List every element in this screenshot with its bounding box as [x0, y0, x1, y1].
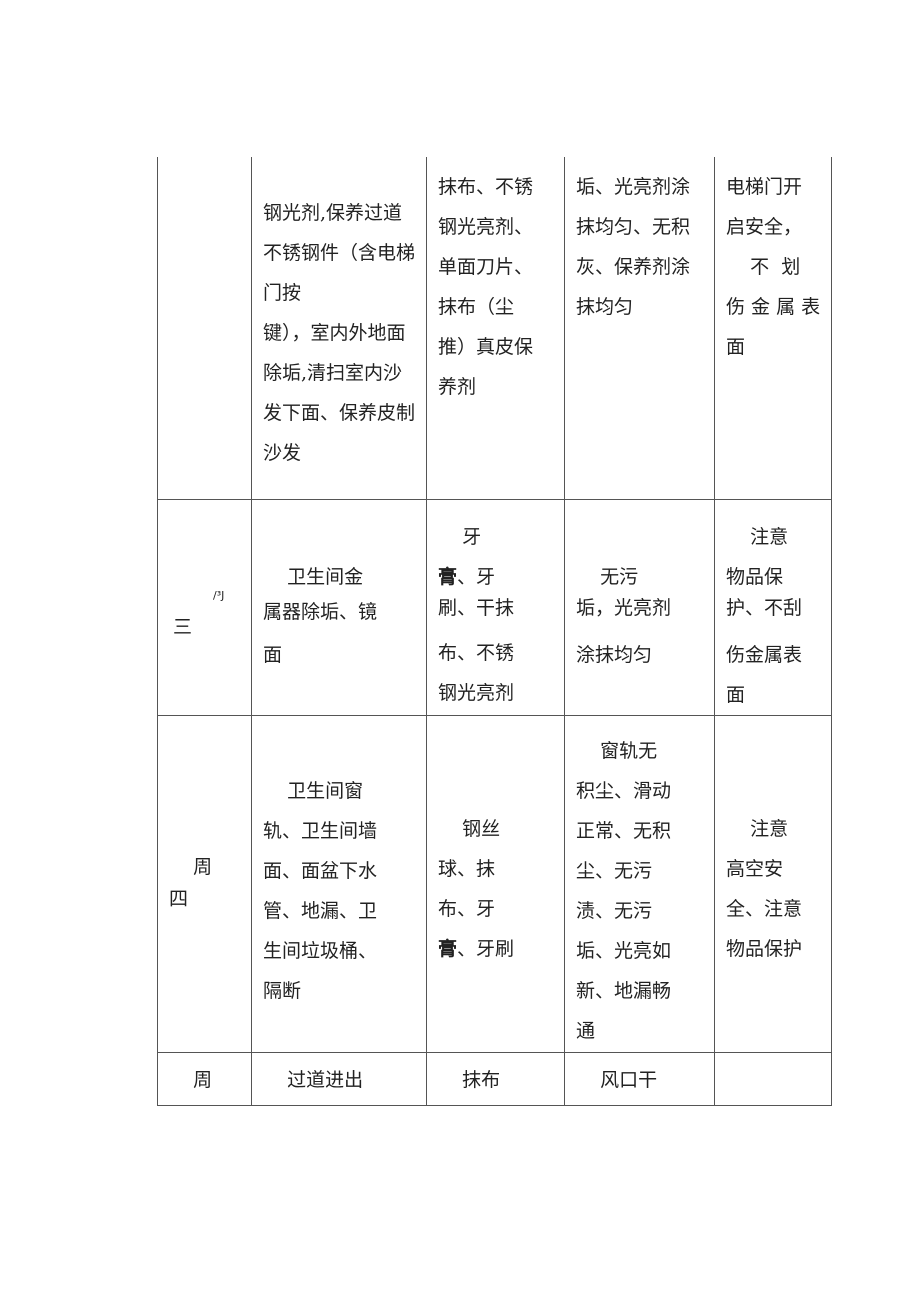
- text-line: 面: [263, 644, 283, 666]
- column-divider: [564, 157, 565, 1106]
- row1-standard-cell: 垢、光亮剂涂 抹均匀、无积 灰、保养剂涂 抹均匀: [576, 167, 690, 327]
- text-line: 无污: [576, 566, 639, 588]
- text-line: 养剂: [438, 376, 477, 398]
- text-line: 抹布: [438, 1069, 501, 1091]
- text-line: 键），室内外地面: [263, 322, 406, 344]
- text-line: 全、注意: [726, 898, 803, 920]
- row3-tools-cell: 钢丝 球、抹 布、牙 膏、牙刷: [438, 809, 514, 969]
- row4-tools-cell: 抹布: [438, 1060, 500, 1100]
- row4-day-cell: 周: [169, 1060, 212, 1100]
- text-line: 护、不刮: [726, 597, 803, 619]
- text-line: 抹均匀、无积: [576, 216, 691, 238]
- text-line: 尘、无污: [576, 860, 653, 882]
- text-line: 启安全，: [726, 216, 803, 238]
- text-line: 伤金属表: [726, 644, 803, 666]
- text-line: 单面刀片、: [438, 256, 534, 278]
- text-line: 球、抹: [438, 858, 496, 880]
- bold-char: 膏: [438, 566, 458, 588]
- table-border-bottom: [157, 1105, 832, 1106]
- text-line: 灰、保养剂涂: [576, 256, 691, 278]
- text-line: 过道进出: [263, 1069, 364, 1091]
- text-line: 布、不锈: [438, 642, 515, 664]
- text-line: 钢丝: [438, 818, 501, 840]
- text-line: 抹均匀: [576, 296, 634, 318]
- row2-notes-cell: 注意 物品保 护、不刮 伤金属表 面: [726, 517, 802, 715]
- text-line: 面、面盆下水: [263, 860, 378, 882]
- text-line: 物品保护: [726, 938, 803, 960]
- row1-notes-cell: 电梯门开 启安全， 不 划 伤 金 属 表 面: [726, 167, 820, 367]
- row2-content-cell: 卫生间金 属器除垢、镜 面: [263, 557, 377, 675]
- text-line: 垢、光亮剂涂: [576, 176, 691, 198]
- day-label: 三: [173, 616, 193, 638]
- garbled-day-mark: /³J: [213, 589, 225, 602]
- text-line: 涂抹均匀: [576, 644, 653, 666]
- text-line: 高空安: [726, 858, 784, 880]
- text-fragment: 、牙: [457, 566, 496, 588]
- row-divider: [157, 1052, 832, 1053]
- text-line: 正常、无积: [576, 820, 672, 842]
- text-line: 抹布、不锈: [438, 176, 534, 198]
- text-line: 电梯门开: [726, 176, 803, 198]
- row4-standard-cell: 风口干: [576, 1060, 657, 1100]
- column-divider: [714, 157, 715, 1106]
- text-line: 注意: [726, 818, 789, 840]
- text-line: 推）真皮保: [438, 336, 534, 358]
- row3-day-cell: 周 四: [157, 847, 212, 911]
- text-line: 布、牙: [438, 898, 496, 920]
- text-line: 钢光亮剂: [438, 682, 515, 704]
- text-line: 门按: [263, 282, 302, 304]
- text-line: 垢，光亮剂: [576, 597, 672, 619]
- text-fragment: 、牙刷: [457, 938, 515, 960]
- text-line: 牙: [438, 526, 482, 548]
- day-label: 四: [169, 888, 189, 910]
- text-line: 物品保: [726, 566, 784, 588]
- text-line: 抹布（尘: [438, 296, 515, 318]
- text-line: 钢光剂,保养过道: [263, 202, 403, 224]
- text-line: 窗轨无: [576, 740, 658, 762]
- text-line: 伤 金 属 表: [726, 296, 821, 318]
- text-line: 刷、干抹: [438, 597, 515, 619]
- text-line: 钢光亮剂、: [438, 216, 534, 238]
- text-line: 生间垃圾桶、: [263, 940, 378, 962]
- text-line: 面: [726, 336, 746, 358]
- row2-standard-cell: 无污 垢，光亮剂 涂抹均匀: [576, 557, 671, 675]
- row4-content-cell: 过道进出: [263, 1060, 363, 1100]
- text-line: 风口干: [576, 1069, 658, 1091]
- text-line: 轨、卫生间墙: [263, 820, 378, 842]
- bold-char: 膏: [438, 938, 458, 960]
- text-line: 沙发: [263, 442, 302, 464]
- row3-content-cell: 卫生间窗 轨、卫生间墙 面、面盆下水 管、地漏、卫 生间垃圾桶、 隔断: [263, 771, 377, 1011]
- row2-day-cell: /³J 三: [157, 499, 251, 715]
- text-line: 膏、牙: [438, 557, 514, 597]
- text-line: 除垢,清扫室内沙: [263, 362, 403, 384]
- text-line: 通: [576, 1020, 596, 1042]
- row3-notes-cell: 注意 高空安 全、注意 物品保护: [726, 809, 802, 969]
- table-border-right: [831, 157, 832, 1106]
- text-line: 面: [726, 684, 746, 706]
- text-line: 管、地漏、卫: [263, 900, 378, 922]
- text-line: 属器除垢、镜: [263, 601, 378, 623]
- column-divider: [426, 157, 427, 1106]
- row1-content-cell: 钢光剂,保养过道 不锈钢件（含电梯 门按 键），室内外地面 除垢,清扫室内沙 发…: [263, 193, 415, 473]
- text-line: 新、地漏畅: [576, 980, 672, 1002]
- text-line: 注意: [726, 526, 789, 548]
- text-line: 发下面、保养皮制: [263, 402, 416, 424]
- row1-tools-cell: 抹布、不锈 钢光亮剂、 单面刀片、 抹布（尘 推）真皮保 养剂: [438, 167, 533, 407]
- text-line: 渍、无污: [576, 900, 653, 922]
- text-line: 不锈钢件（含电梯: [263, 242, 416, 264]
- text-line: 卫生间金: [263, 566, 364, 588]
- day-label: 周: [169, 856, 213, 878]
- text-line: 卫生间窗: [263, 780, 364, 802]
- text-line: 垢、光亮如: [576, 940, 672, 962]
- day-label: 周: [169, 1069, 213, 1091]
- row2-tools-cell: 牙 膏、牙 刷、干抹 布、不锈 钢光亮剂: [438, 517, 514, 713]
- text-line: 积尘、滑动: [576, 780, 672, 802]
- column-divider: [251, 157, 252, 1106]
- text-line: 不 划: [726, 256, 801, 278]
- row-divider: [157, 715, 832, 716]
- row3-standard-cell: 窗轨无 积尘、滑动 正常、无积 尘、无污 渍、无污 垢、光亮如 新、地漏畅 通: [576, 731, 671, 1051]
- text-line: 膏、牙刷: [438, 929, 514, 969]
- row-divider: [157, 499, 832, 500]
- text-line: 隔断: [263, 980, 302, 1002]
